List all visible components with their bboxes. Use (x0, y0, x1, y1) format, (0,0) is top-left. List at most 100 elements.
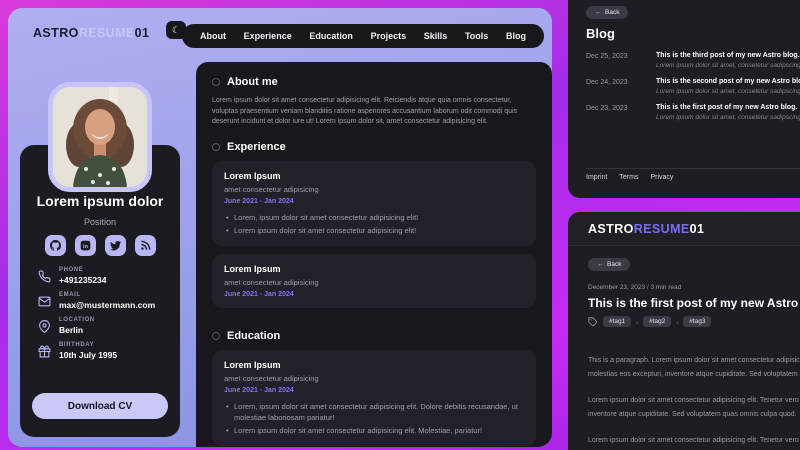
post-excerpt: Lorem ipsum dolor sit amet, consetetur s… (656, 114, 800, 121)
blog-post-list: Dec 25, 2023 This is the third post of m… (586, 52, 800, 130)
post-excerpt: Lorem ipsum dolor sit amet, consetetur s… (656, 62, 800, 69)
contact-birthday: BIRTHDAY 10th July 1995 (38, 342, 170, 360)
contact-label: LOCATION (59, 317, 95, 323)
github-icon (49, 240, 61, 251)
bullet-item: Lorem ipsum dolor sit amet consectetur a… (224, 225, 524, 236)
nav-item-skills[interactable]: Skills (424, 31, 448, 41)
resume-content: About me Lorem ipsum dolor sit amet cons… (196, 62, 552, 447)
contact-value: Berlin (59, 325, 84, 335)
blog-heading: Blog (586, 26, 615, 41)
education-heading: Education (227, 329, 281, 342)
footer-link-privacy[interactable]: Privacy (650, 174, 673, 181)
experience-section-heading: Experience (212, 141, 536, 153)
nav-item-tools[interactable]: Tools (465, 31, 488, 41)
post-date: Dec 23, 2023 (586, 105, 628, 112)
back-label: Back (605, 9, 620, 16)
blog-post-page: ASTRORESUME01 ← Back December 23, 2023 /… (568, 212, 800, 450)
tag-pill[interactable]: #tag1 (603, 316, 632, 327)
blog-list-item[interactable]: Dec 23, 2023 This is the first post of m… (586, 104, 800, 121)
tag-separator: , (676, 318, 679, 325)
map-pin-icon (39, 319, 50, 333)
blog-list-page: ← Back Blog Dec 25, 2023 This is the thi… (568, 0, 800, 198)
back-button[interactable]: ← Back (586, 6, 629, 19)
profile-position: Position (83, 217, 117, 227)
back-arrow-icon: ← (595, 9, 602, 16)
twitter-link[interactable] (104, 235, 126, 256)
logo-middle: RESUME (633, 221, 690, 236)
nav-item-blog[interactable]: Blog (506, 31, 526, 41)
post-paragraph: Lorem ipsum dolor sit amet consectetur a… (588, 437, 800, 444)
logo-prefix: ASTRO (588, 221, 634, 236)
contact-value: 10th July 1995 (59, 350, 118, 360)
contact-phone: PHONE +491235234 (38, 267, 170, 285)
contact-value: +491235234 (59, 275, 107, 285)
footer-link-terms[interactable]: Terms (619, 174, 638, 181)
post-excerpt: Lorem ipsum dolor sit amet, consetetur s… (656, 88, 800, 95)
site-logo[interactable]: ASTRORESUME01 (33, 26, 149, 40)
post-date: Dec 25, 2023 (586, 53, 628, 60)
about-section-heading: About me (212, 76, 536, 88)
experience-entry: Lorem Ipsum amet consectetur adipisicing… (212, 160, 536, 246)
post-title: This is the third post of my new Astro b… (656, 52, 800, 59)
contact-list: PHONE +491235234 EMAIL max@mustermann.co… (38, 267, 170, 360)
section-ring-icon (212, 331, 220, 340)
entry-period: June 2021 - Jan 2024 (224, 197, 294, 205)
blog-list-item[interactable]: Dec 24, 2023 This is the second post of … (586, 78, 800, 95)
linkedin-link[interactable]: in (74, 235, 96, 256)
download-cv-button[interactable]: Download CV (32, 393, 168, 419)
entry-period: June 2021 - Jan 2024 (224, 290, 294, 298)
portrait-illustration (53, 87, 147, 187)
entry-bullets: Lorem, ipsum dolor sit amet consectetur … (224, 212, 524, 236)
back-label: Back (607, 261, 622, 268)
contact-label: PHONE (59, 267, 84, 273)
nav-item-projects[interactable]: Projects (371, 31, 407, 41)
contact-label: EMAIL (59, 292, 81, 298)
blog-list-item[interactable]: Dec 25, 2023 This is the third post of m… (586, 52, 800, 69)
logo-prefix: ASTRO (33, 26, 79, 40)
entry-title: Lorem Ipsum (224, 263, 281, 274)
back-button[interactable]: ← Back (588, 258, 631, 271)
main-nav: About Experience Education Projects Skil… (182, 24, 544, 48)
bullet-item: Lorem, ipsum dolor sit amet consectetur … (224, 212, 524, 223)
bullet-item: Lorem, ipsum dolor sit amet consectetur … (224, 401, 524, 423)
footer-links: Imprint Terms Privacy (586, 174, 673, 181)
nav-item-experience[interactable]: Experience (244, 31, 292, 41)
about-heading: About me (227, 76, 278, 88)
back-arrow-icon: ← (597, 261, 604, 268)
blog-post-header: ASTRORESUME01 (568, 212, 800, 246)
tag-separator: , (636, 318, 639, 325)
github-link[interactable] (44, 235, 66, 256)
footer-link-imprint[interactable]: Imprint (586, 174, 607, 181)
resume-page: ASTRORESUME01 ☾ About Experience Educati… (8, 8, 552, 447)
mail-icon (38, 296, 51, 306)
section-ring-icon (212, 142, 220, 151)
svg-text:in: in (83, 244, 89, 250)
post-title: This is the first post of my new Astro b… (588, 296, 800, 310)
post-paragraph: Lorem ipsum dolor sit amet consectetur a… (588, 397, 800, 418)
profile-photo (48, 82, 152, 192)
post-title: This is the second post of my new Astro … (656, 78, 800, 85)
phone-icon (38, 270, 51, 282)
post-title: This is the first post of my new Astro b… (656, 104, 798, 111)
entry-period: June 2021 - Jan 2024 (224, 386, 294, 394)
experience-heading: Experience (227, 140, 286, 153)
entry-title: Lorem Ipsum (224, 170, 281, 181)
entry-subtitle: amet consectetur adipisicing (224, 373, 319, 383)
rss-link[interactable] (134, 235, 156, 256)
section-ring-icon (212, 78, 220, 86)
education-section-heading: Education (212, 330, 536, 342)
entry-subtitle: amet consectetur adipisicing (224, 184, 319, 194)
experience-entry: Lorem Ipsum amet consectetur adipisicing… (212, 253, 536, 308)
site-logo[interactable]: ASTRORESUME01 (588, 222, 704, 236)
entry-bullets: Lorem, ipsum dolor sit amet consectetur … (224, 401, 524, 436)
tag-pill[interactable]: #tag2 (643, 316, 672, 327)
contact-email: EMAIL max@mustermann.com (38, 292, 170, 310)
tag-pill[interactable]: #tag3 (683, 316, 712, 327)
bullet-item: Lorem ipsum dolor sit amet consectetur a… (224, 425, 524, 436)
moon-icon: ☾ (171, 24, 181, 35)
nav-item-about[interactable]: About (200, 31, 226, 41)
logo-suffix: 01 (134, 26, 150, 40)
education-entry: Lorem Ipsum amet consectetur adipisicing… (212, 349, 536, 446)
nav-item-education[interactable]: Education (309, 31, 353, 41)
about-text: Lorem ipsum dolor sit amet consectetur a… (212, 97, 518, 125)
